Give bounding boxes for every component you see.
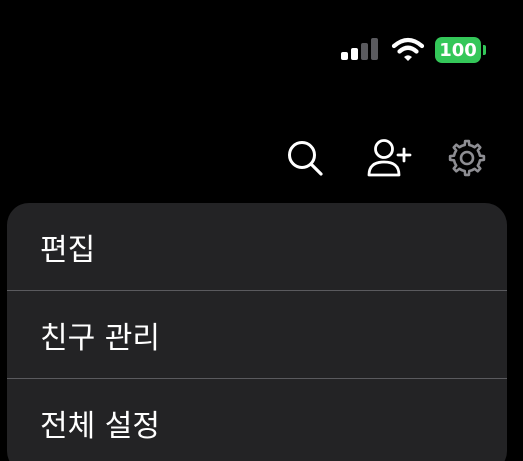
wifi-icon	[391, 37, 425, 63]
battery-tip	[483, 45, 486, 55]
menu-item-all-settings[interactable]: 전체 설정	[7, 379, 507, 461]
settings-icon	[448, 139, 486, 177]
screen: 100 편집 친구 관리 전체 설정	[0, 0, 523, 461]
settings-button[interactable]	[446, 137, 488, 179]
status-bar: 100	[341, 36, 487, 64]
battery-level: 100	[435, 37, 481, 63]
dropdown-menu: 편집 친구 관리 전체 설정	[7, 203, 507, 461]
battery-icon: 100	[435, 37, 487, 63]
cellular-signal-icon	[341, 38, 381, 62]
search-button[interactable]	[284, 137, 326, 179]
search-icon	[288, 141, 323, 176]
menu-item-manage-friends[interactable]: 친구 관리	[7, 291, 507, 378]
signal-bar	[371, 38, 378, 60]
signal-bar	[351, 48, 358, 60]
add-friend-button[interactable]	[366, 137, 414, 179]
signal-bar	[341, 52, 348, 60]
menu-item-edit[interactable]: 편집	[7, 203, 507, 290]
gear-outline	[448, 139, 486, 177]
add-friend-icon	[367, 139, 412, 177]
signal-bar	[361, 43, 368, 60]
